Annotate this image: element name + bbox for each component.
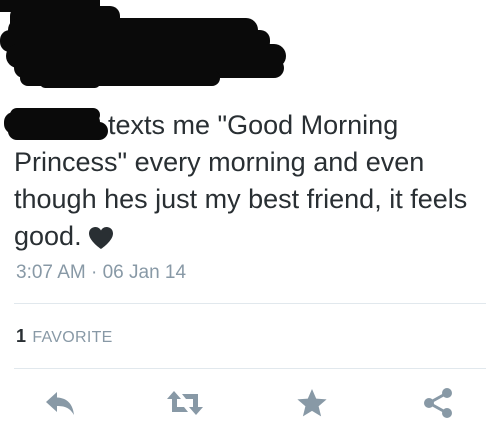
- divider-top: [14, 303, 486, 304]
- share-button[interactable]: [418, 385, 458, 421]
- black-heart-icon: [88, 226, 113, 249]
- favorites-count: 1: [16, 326, 27, 346]
- share-icon: [424, 388, 452, 418]
- retweet-icon: [167, 391, 203, 415]
- reply-icon: [46, 392, 74, 415]
- tweet-text-line-1: texts me "Good Morning: [108, 110, 399, 140]
- favorites-label: FAVORITE: [32, 329, 113, 346]
- tweet-actions: [0, 385, 500, 421]
- favorites-stat[interactable]: 1 FAVORITE: [16, 326, 113, 347]
- retweet-button[interactable]: [165, 385, 205, 421]
- redacted-username: [0, 0, 286, 88]
- reply-button[interactable]: [40, 385, 80, 421]
- tweet-text-rest: Princess" every morning and even though …: [14, 147, 468, 251]
- divider-bottom: [14, 368, 486, 369]
- tweet-text: texts me "Good Morning Princess" every m…: [14, 107, 494, 255]
- tweet-timestamp[interactable]: 3:07 AM · 06 Jan 14: [16, 262, 186, 284]
- tweet-text-body: Princess" every morning and even though …: [14, 144, 494, 255]
- star-icon: [297, 389, 327, 417]
- favorite-button[interactable]: [292, 385, 332, 421]
